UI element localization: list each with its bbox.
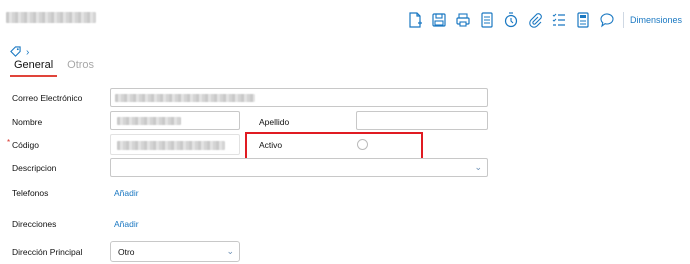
telefonos-label: Telefonos [12, 188, 49, 198]
direccion-principal-select[interactable]: Otro ⌄ [110, 241, 240, 262]
toolbar-divider [623, 12, 624, 28]
history-icon[interactable] [503, 12, 519, 28]
print-icon[interactable] [455, 12, 471, 28]
comment-icon[interactable] [599, 12, 615, 28]
attachment-icon[interactable] [527, 12, 543, 28]
direcciones-label: Direcciones [12, 219, 57, 229]
toolbar: Dimensiones [407, 10, 682, 30]
checklist-icon[interactable] [551, 12, 567, 28]
nombre-label: Nombre [12, 117, 43, 127]
direccion-principal-value: Otro [118, 247, 135, 257]
tab-bar: General Otros [10, 57, 104, 77]
nombre-field[interactable] [110, 111, 240, 130]
save-icon[interactable] [431, 12, 447, 28]
apellido-label: Apellido [259, 117, 290, 127]
report-icon[interactable] [479, 12, 495, 28]
activo-label: Activo [259, 140, 283, 150]
new-document-icon[interactable] [407, 12, 423, 28]
required-marker: * [7, 138, 11, 147]
activo-radio[interactable] [357, 139, 368, 150]
codigo-value [117, 141, 225, 150]
nombre-value [117, 117, 181, 125]
tab-otros[interactable]: Otros [63, 57, 98, 77]
email-label: Correo Electrónico [12, 93, 83, 103]
email-field[interactable] [110, 88, 488, 107]
telefonos-add-link[interactable]: Añadir [114, 188, 139, 198]
codigo-label: Código [12, 140, 39, 150]
page-title [6, 12, 96, 23]
dimensions-link[interactable]: Dimensiones [630, 15, 682, 25]
chevron-down-icon: ⌄ [474, 162, 482, 172]
tab-general[interactable]: General [10, 57, 58, 77]
direccion-principal-label: Dirección Principal [12, 247, 83, 257]
chevron-down-icon: ⌄ [226, 246, 234, 256]
descripcion-label: Descripcion [12, 163, 57, 173]
apellido-field[interactable] [356, 111, 488, 130]
email-value [115, 94, 255, 102]
direcciones-add-link[interactable]: Añadir [114, 219, 139, 229]
descripcion-select[interactable]: ⌄ [110, 158, 488, 177]
codigo-field[interactable] [110, 134, 240, 155]
notes-icon[interactable] [575, 12, 591, 28]
